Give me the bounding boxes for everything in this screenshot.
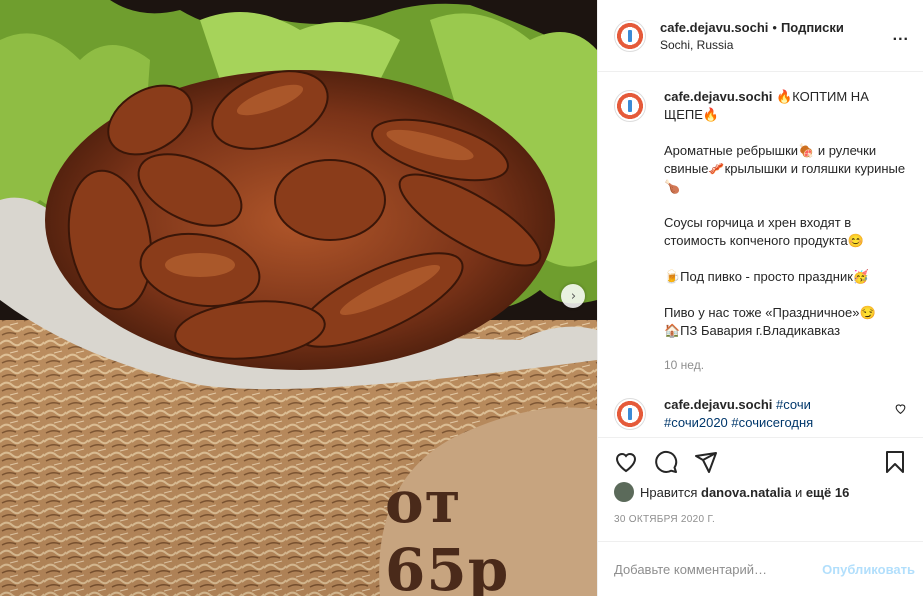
hashtag-link[interactable]: #сочисегодня xyxy=(731,415,813,430)
caption-username[interactable]: cafe.dejavu.sochi xyxy=(664,89,772,104)
likes-others-link[interactable]: ещё 16 xyxy=(806,485,850,500)
share-icon[interactable] xyxy=(694,450,718,474)
price-overlay-text: от 65р xyxy=(385,468,510,596)
avatar[interactable] xyxy=(614,398,646,430)
likes-prefix: Нравится xyxy=(640,484,698,500)
post-view: от 65р › cafe.dejavu.sochi • Подписки So… xyxy=(0,0,923,596)
comment-username[interactable]: cafe.dejavu.sochi xyxy=(664,397,772,412)
caption-paragraph: 🏠ПЗ Бавария г.Владикавказ xyxy=(664,323,841,338)
comment-icon[interactable] xyxy=(654,450,678,474)
comment-item: cafe.dejavu.sochi #сочи #сочи2020 #сочис… xyxy=(614,396,907,432)
separator-dot: • xyxy=(772,19,777,35)
post-photo[interactable]: от 65р › xyxy=(0,0,597,596)
add-comment-bar: Опубликовать xyxy=(598,541,923,596)
liker-username[interactable]: danova.natalia xyxy=(701,485,791,500)
following-button[interactable]: Подписки xyxy=(781,20,844,35)
post-actions: Нравится danova.natalia и ещё 16 30 октя… xyxy=(598,437,923,541)
post-side-panel: cafe.dejavu.sochi • Подписки Sochi, Russ… xyxy=(597,0,923,596)
caption-paragraph: Ароматные ребрышки🍖 и рулечки свиные🥓кры… xyxy=(664,143,906,194)
hashtag-link[interactable]: #сочи2020 xyxy=(664,415,728,430)
bookmark-icon[interactable] xyxy=(883,450,907,474)
avatar[interactable] xyxy=(614,90,646,122)
heart-icon[interactable] xyxy=(614,450,638,474)
post-date[interactable]: 30 октября 2020 г. xyxy=(614,514,907,525)
chevron-right-icon: › xyxy=(570,288,577,304)
heart-icon[interactable] xyxy=(894,402,907,415)
next-photo-button[interactable]: › xyxy=(561,284,585,308)
comments-list: cafe.dejavu.sochi 🔥КОПТИМ НА ЩЕПЕ🔥 Арома… xyxy=(598,72,923,437)
caption-paragraph: 🍺Под пивко - просто праздник🥳 xyxy=(664,269,870,284)
likes-middle: и xyxy=(794,484,803,500)
location-link[interactable]: Sochi, Russia xyxy=(660,38,893,52)
hashtag-link[interactable]: #сочи xyxy=(776,397,811,412)
more-options-icon[interactable]: ... xyxy=(893,27,909,45)
post-header: cafe.dejavu.sochi • Подписки Sochi, Russ… xyxy=(598,0,923,72)
avatar[interactable] xyxy=(614,19,646,52)
publish-button[interactable]: Опубликовать xyxy=(822,562,915,577)
caption-age[interactable]: 10 нед. xyxy=(664,356,907,374)
caption: cafe.dejavu.sochi 🔥КОПТИМ НА ЩЕПЕ🔥 Арома… xyxy=(614,88,907,374)
avatar[interactable] xyxy=(614,482,634,502)
likes-summary: Нравится danova.natalia и ещё 16 xyxy=(614,482,907,502)
caption-paragraph: Соусы горчица и хрен входят в стоимость … xyxy=(664,215,864,248)
caption-paragraph: Пиво у нас тоже «Праздничное»😏 xyxy=(664,305,876,320)
header-username[interactable]: cafe.dejavu.sochi xyxy=(660,20,768,35)
header-meta: cafe.dejavu.sochi • Подписки Sochi, Russ… xyxy=(660,20,893,52)
comment-input[interactable] xyxy=(614,561,823,577)
